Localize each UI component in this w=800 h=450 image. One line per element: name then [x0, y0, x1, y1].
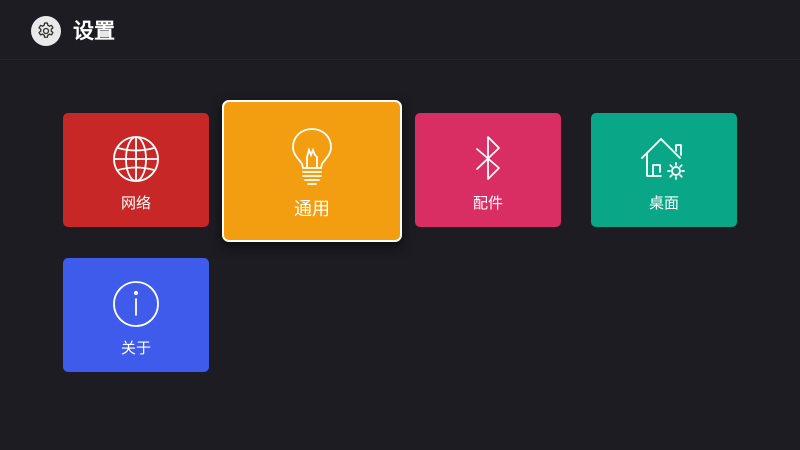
- top-bar: 设置: [0, 0, 800, 60]
- tile-about[interactable]: 关于: [63, 258, 209, 372]
- tile-label: 配件: [472, 194, 503, 212]
- info-icon: [113, 281, 159, 327]
- lightbulb-icon: [292, 128, 332, 185]
- tile-desktop[interactable]: 桌面: [591, 113, 737, 227]
- tile-accessories[interactable]: 配件: [415, 113, 561, 227]
- tile-network[interactable]: 网络: [63, 113, 209, 227]
- tile-label: 网络: [120, 194, 151, 212]
- page-title: 设置: [73, 19, 115, 43]
- tile-general[interactable]: 通用: [222, 100, 402, 242]
- tile-label: 关于: [120, 339, 151, 357]
- gear-icon: [31, 16, 61, 46]
- globe-icon: [113, 136, 159, 182]
- tile-label: 桌面: [648, 194, 679, 212]
- bluetooth-icon: [476, 136, 500, 180]
- home-settings-icon: [641, 138, 685, 180]
- tile-label: 通用: [294, 199, 330, 220]
